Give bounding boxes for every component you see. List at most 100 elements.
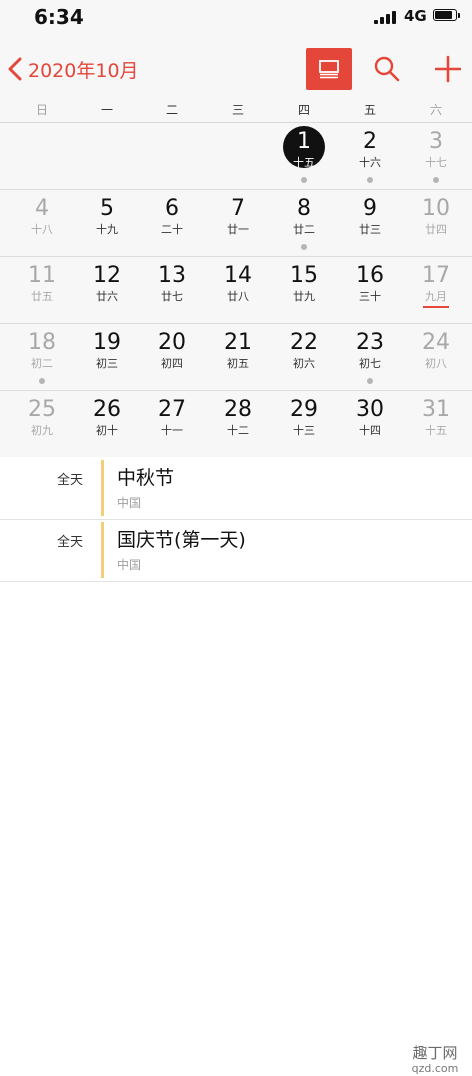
event-dot: [301, 244, 307, 250]
day-cell[interactable]: 19 初三: [74, 324, 140, 390]
day-cell[interactable]: 28 十二: [205, 391, 271, 457]
day-cell[interactable]: 31 十五: [403, 391, 469, 457]
lunar-date: 十二: [227, 424, 249, 437]
lunar-date: 廿三: [359, 223, 381, 236]
day-cell[interactable]: 14 廿八: [205, 257, 271, 323]
day-cell[interactable]: 8 廿二: [271, 190, 337, 256]
weekday-label: 五: [363, 103, 376, 117]
day-number: 3: [429, 129, 443, 154]
event-calendar-name: 中国: [117, 558, 142, 572]
lunar-date: 十六: [359, 156, 381, 169]
day-number: 12: [93, 263, 121, 288]
day-number: 22: [290, 330, 318, 355]
event-item[interactable]: 全天 国庆节(第一天) 中国: [0, 519, 472, 582]
back-to-year-button[interactable]: 2020年10月: [6, 54, 139, 84]
status-time: 6:34: [34, 5, 84, 29]
day-number: 13: [158, 263, 186, 288]
day-number: 21: [224, 330, 252, 355]
lunar-date: 初六: [293, 357, 315, 370]
day-number: 20: [158, 330, 186, 355]
status-bar: 6:34 4G: [0, 0, 472, 34]
day-cell[interactable]: 9 廿三: [337, 190, 403, 256]
lunar-date: 十五: [293, 156, 315, 169]
lunar-date: 廿一: [227, 223, 249, 236]
day-cell[interactable]: 24 初八: [403, 324, 469, 390]
lunar-date: 十三: [293, 424, 315, 437]
day-cell[interactable]: 18 初二: [9, 324, 75, 390]
day-cell[interactable]: 29 十三: [271, 391, 337, 457]
day-number: 4: [35, 196, 49, 221]
day-cell[interactable]: 21 初五: [205, 324, 271, 390]
week-row: 18 初二 19 初三 20 初四 21 初五 22 初六 23 初七 24 初八: [0, 324, 472, 391]
day-cell[interactable]: 7 廿一: [205, 190, 271, 256]
weekday-label: 一: [100, 103, 113, 117]
day-cell[interactable]: 5 十九: [74, 190, 140, 256]
navigation-bar: 2020年10月: [0, 34, 472, 98]
day-number: 25: [28, 397, 56, 422]
day-cell[interactable]: 22 初六: [271, 324, 337, 390]
search-icon[interactable]: [373, 54, 401, 84]
day-cell[interactable]: 10 廿四: [403, 190, 469, 256]
day-cell[interactable]: 12 廿六: [74, 257, 140, 323]
list-view-toggle-button[interactable]: [306, 48, 352, 90]
day-number: 26: [93, 397, 121, 422]
week-row: 25 初九 26 初十 27 十一 28 十二 29 十三 30 十四 31 十五: [0, 391, 472, 458]
day-number: 31: [422, 397, 450, 422]
event-item[interactable]: 全天 中秋节 中国: [0, 457, 472, 520]
day-cell[interactable]: 23 初七: [337, 324, 403, 390]
day-number: 5: [100, 196, 114, 221]
day-cell[interactable]: 26 初十: [74, 391, 140, 457]
lunar-month-marker: [423, 306, 449, 308]
lunar-date: 初九: [31, 424, 53, 437]
lunar-date: 初十: [96, 424, 118, 437]
lunar-date: 初二: [31, 357, 53, 370]
day-cell-today[interactable]: 1 十五: [271, 123, 337, 189]
day-number: 2: [363, 129, 377, 154]
day-cell[interactable]: 4 十八: [9, 190, 75, 256]
lunar-date: 廿九: [293, 290, 315, 303]
lunar-date: 初四: [161, 357, 183, 370]
day-cell[interactable]: 20 初四: [139, 324, 205, 390]
lunar-date: 十七: [425, 156, 447, 169]
network-type: 4G: [404, 7, 427, 25]
watermark-text: 趣丁网: [412, 1044, 458, 1062]
watermark-url: qzd.com: [411, 1062, 459, 1075]
day-number: 29: [290, 397, 318, 422]
lunar-date: 十一: [161, 424, 183, 437]
day-cell[interactable]: 2 十六: [337, 123, 403, 189]
day-number: 1: [297, 129, 311, 154]
event-allday-label: 全天: [56, 535, 83, 550]
month-grid: 1 十五 2 十六 3 十七 4 十八 5 十九 6 二十 7 廿一 8 廿二 9 廿三 10 廿四 11 廿五 12 廿六 1…: [0, 123, 472, 458]
day-cell[interactable]: 16 三十: [337, 257, 403, 323]
day-cell[interactable]: 6 二十: [139, 190, 205, 256]
cellular-signal-icon: [374, 10, 400, 24]
day-cell[interactable]: 11 廿五: [9, 257, 75, 323]
day-cell[interactable]: 15 廿九: [271, 257, 337, 323]
month-label: 2020年10月: [28, 59, 139, 82]
day-cell[interactable]: 13 廿七: [139, 257, 205, 323]
day-number: 8: [297, 196, 311, 221]
day-number: 28: [224, 397, 252, 422]
lunar-date: 廿二: [293, 223, 315, 236]
battery-icon: [433, 9, 460, 21]
weekday-label: 二: [165, 103, 178, 117]
lunar-date: 十五: [425, 424, 447, 437]
day-cell[interactable]: 25 初九: [9, 391, 75, 457]
day-cell[interactable]: 27 十一: [139, 391, 205, 457]
day-cell[interactable]: 30 十四: [337, 391, 403, 457]
lunar-date: 廿五: [31, 290, 53, 303]
event-dot: [301, 177, 307, 183]
lunar-date: 廿七: [161, 290, 183, 303]
event-list: 全天 中秋节 中国 全天 国庆节(第一天) 中国 趣丁网 qzd.com: [0, 457, 472, 1075]
day-number: 17: [422, 263, 450, 288]
add-event-icon[interactable]: [435, 54, 461, 84]
day-cell[interactable]: 3 十七: [403, 123, 469, 189]
week-row: 1 十五 2 十六 3 十七: [0, 123, 472, 190]
day-number: 19: [93, 330, 121, 355]
lunar-date: 初八: [425, 357, 447, 370]
lunar-date: 十八: [31, 223, 53, 236]
lunar-date: 初三: [96, 357, 118, 370]
chevron-left-icon: [8, 57, 22, 81]
day-cell[interactable]: 17 九月: [403, 257, 469, 323]
day-number: 15: [290, 263, 318, 288]
